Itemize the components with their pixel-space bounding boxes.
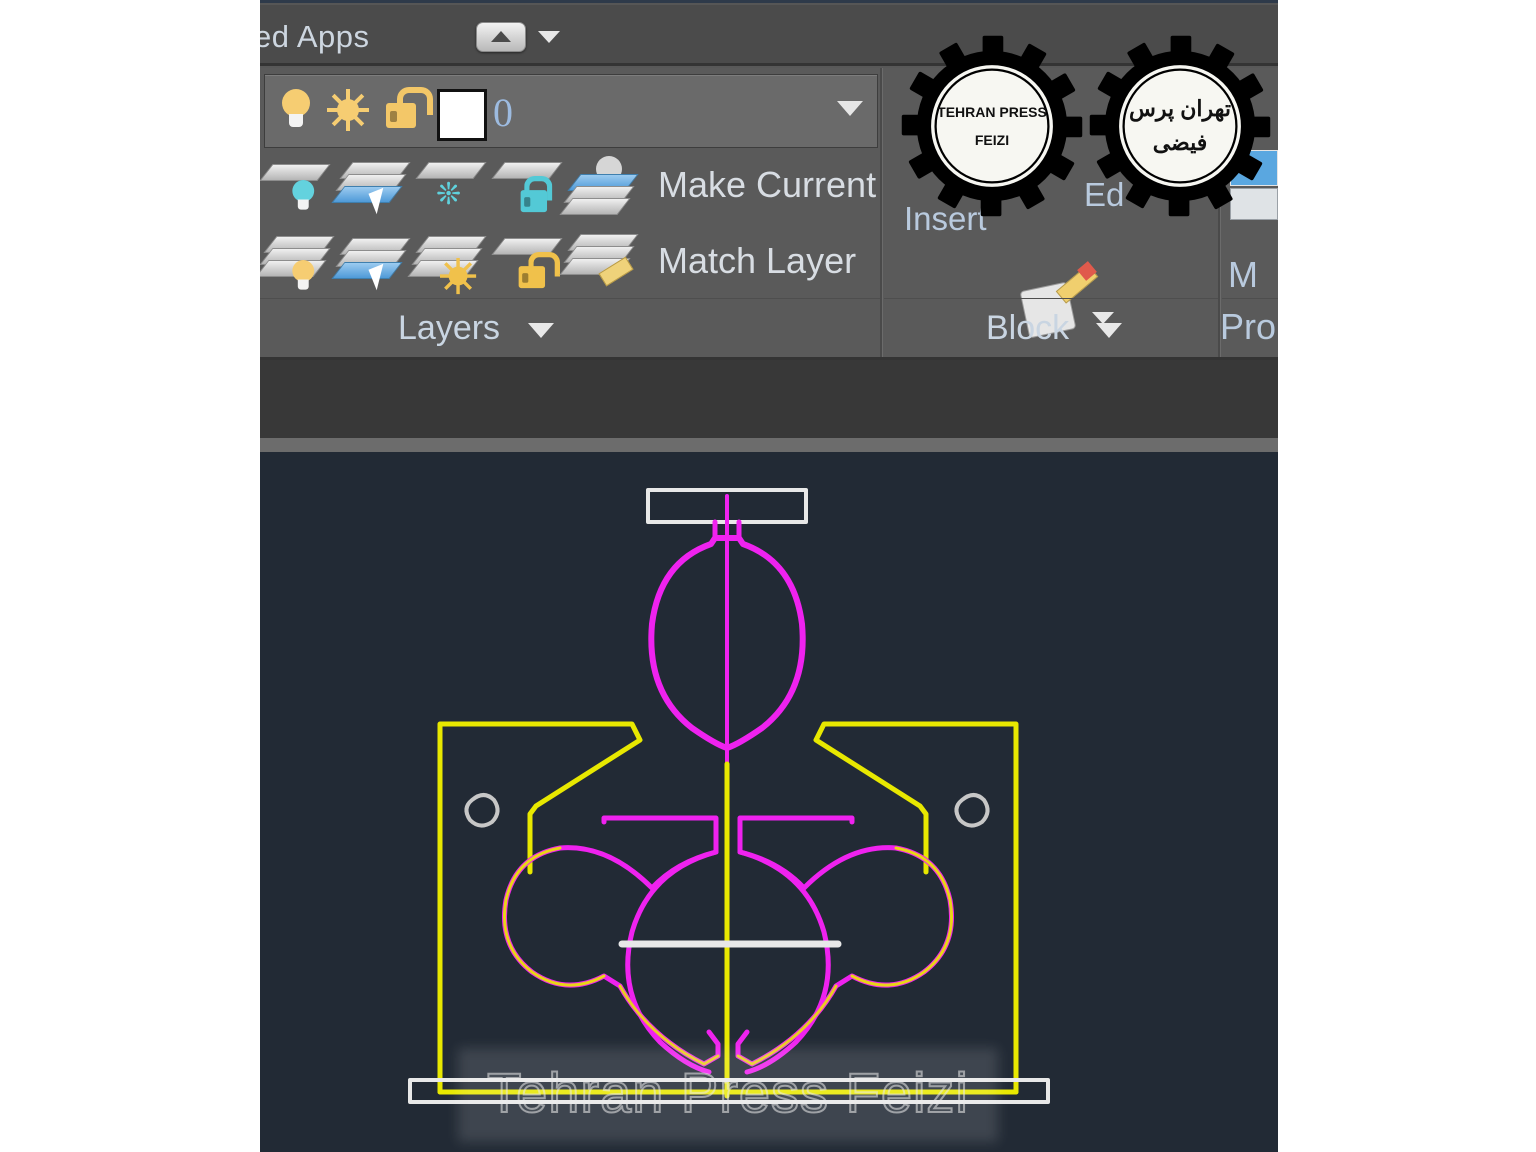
layer-sun-icon — [440, 258, 477, 295]
viewport-top-divider — [260, 438, 1278, 452]
layers-panel-title: Layers — [398, 309, 501, 347]
sun-thaw-icon[interactable] — [327, 89, 369, 131]
triangle-up-icon — [491, 31, 511, 42]
chevron-down-icon[interactable] — [837, 101, 863, 116]
gear-logo-persian-line2: فیضی — [1152, 130, 1208, 155]
gear-logo-persian-line1: تهران پرس — [1129, 96, 1231, 122]
gear-logo-english: TEHRAN PRESS FEIZI — [898, 22, 1086, 230]
inner-circle-right — [737, 849, 831, 1075]
drawing-viewport[interactable]: Tehran Press Feizi — [260, 452, 1278, 1152]
left-lobe-highlight — [502, 846, 606, 987]
layer-unlock-icon — [516, 252, 560, 289]
ribbon-empty-strip — [260, 360, 1278, 438]
cad-drawing — [408, 488, 1050, 1104]
layer-off-button[interactable] — [260, 160, 334, 222]
watermark-text: Tehran Press Feizi — [486, 1060, 969, 1125]
right-mounting-hole — [954, 793, 990, 828]
gear-logo-persian: تهران پرس فیضی — [1086, 22, 1274, 230]
layer-bulb-cyan-icon — [290, 180, 317, 214]
layer-lock-button[interactable] — [490, 160, 563, 222]
panel-separator — [880, 68, 883, 357]
make-current-label[interactable]: Make Current — [658, 164, 876, 206]
block-panel-footer[interactable]: Block — [884, 298, 1218, 357]
layer-bulb-yellow-icon — [290, 260, 317, 294]
gear-logo-english-line1: TEHRAN PRESS — [937, 103, 1047, 120]
layer-name-value: 0 — [493, 90, 513, 135]
layer-freeze-button[interactable]: ❊ — [414, 160, 487, 222]
lightbulb-on-icon[interactable] — [279, 89, 313, 133]
chevron-down-icon[interactable] — [528, 323, 554, 338]
inner-circle-left — [625, 849, 719, 1075]
minimize-ribbon-button[interactable] — [476, 22, 526, 52]
turn-all-layers-on-button[interactable] — [260, 236, 335, 298]
chevron-down-icon[interactable] — [538, 31, 560, 43]
match-layer-label[interactable]: Match Layer — [658, 240, 856, 282]
match-properties-label[interactable]: M — [1228, 254, 1258, 296]
ribbon-tab-featured-apps[interactable]: ed Apps — [260, 19, 370, 55]
layer-lock-cyan-icon — [518, 176, 553, 213]
properties-panel-footer[interactable] — [1222, 298, 1278, 357]
unlock-button[interactable] — [490, 236, 563, 298]
right-bracket-outline — [813, 721, 1019, 1095]
ribbon-panel-layers: 0 ❊ Make Current Match Layer Layers — [260, 68, 880, 357]
match-layer-button[interactable] — [559, 232, 652, 294]
gear-logo-persian-text: تهران پرس فیضی — [1086, 22, 1274, 230]
padlock-unlocked-icon[interactable] — [383, 87, 433, 129]
right-lobe-highlight — [850, 846, 954, 987]
block-panel-title: Block — [986, 309, 1070, 347]
screenshot-root: ed Apps 0 ❊ Make Current Match Layer Lay… — [0, 0, 1536, 1152]
gear-logo-english-line2: FEIZI — [974, 132, 1010, 148]
layer-control-combobox[interactable]: 0 — [264, 74, 878, 148]
layer-snowflake-icon: ❊ — [436, 178, 462, 211]
make-current-button[interactable] — [559, 156, 652, 218]
chevron-down-icon[interactable] — [1096, 323, 1122, 338]
left-mounting-hole — [464, 793, 500, 828]
layer-color-swatch[interactable] — [437, 89, 487, 141]
gear-logo-english-text: TEHRAN PRESS FEIZI — [898, 22, 1086, 230]
layers-panel-footer[interactable]: Layers — [260, 298, 880, 357]
left-bracket-outline — [437, 721, 643, 1095]
thaw-all-layers-button[interactable] — [407, 236, 487, 298]
layer-isolate-button[interactable] — [331, 160, 411, 222]
unisolate-button[interactable] — [331, 236, 411, 298]
